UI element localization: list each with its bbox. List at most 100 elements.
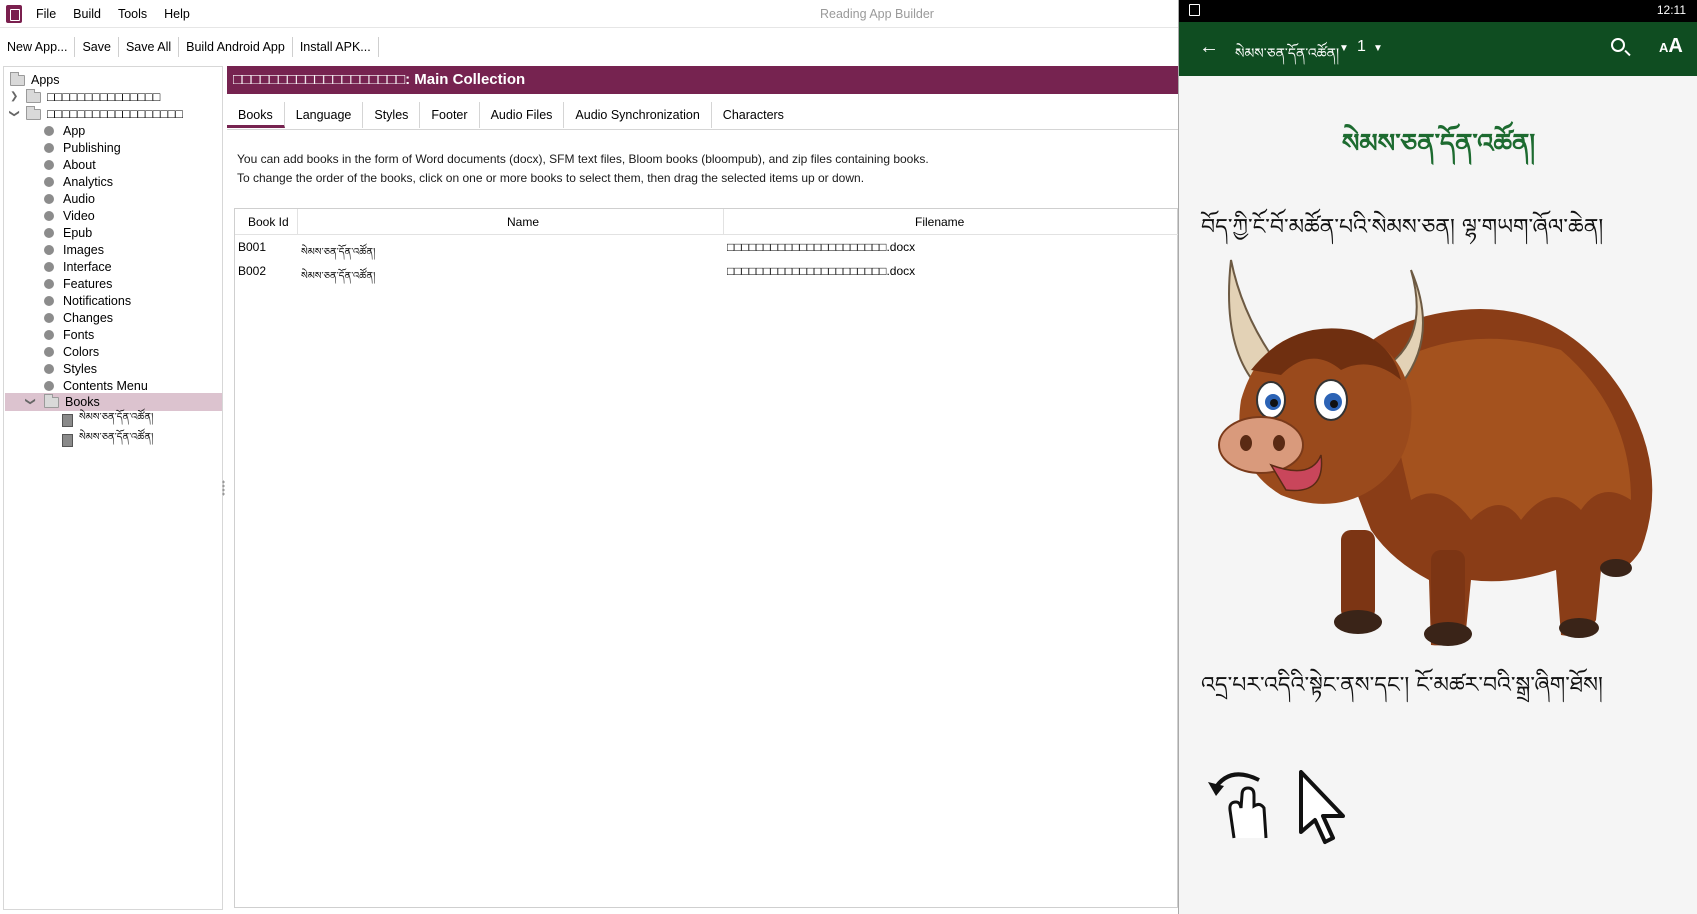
folder-icon	[10, 71, 25, 86]
tree-item-audio[interactable]: Audio	[44, 190, 95, 208]
tree-item-epub[interactable]: Epub	[44, 224, 92, 242]
back-arrow-icon[interactable]: ←	[1199, 36, 1219, 59]
settings-node-icon	[44, 364, 54, 374]
tree-item-images[interactable]: Images	[44, 241, 104, 259]
search-icon[interactable]	[1611, 38, 1625, 52]
tree-item-analytics[interactable]: Analytics	[44, 173, 113, 191]
books-info: You can add books in the form of Word do…	[237, 150, 929, 188]
tree-item-changes[interactable]: Changes	[44, 309, 113, 327]
menu-build[interactable]: Build	[73, 7, 101, 21]
tree-item-label: Styles	[63, 362, 98, 376]
new-app-button[interactable]: New App...	[0, 37, 76, 57]
chevron-down-icon[interactable]: ❯	[25, 397, 36, 405]
yak-illustration	[1218, 259, 1653, 646]
tree-app-1[interactable]: ❯ □□□□□□□□□□□□□□□	[10, 88, 160, 106]
page-heading: སེམས་ཅན་དོན་འཚོན།	[1341, 129, 1536, 159]
folder-icon	[26, 105, 41, 120]
folder-icon	[44, 393, 59, 408]
settings-node-icon	[44, 143, 54, 153]
cell-filename: □□□□□□□□□□□□□□□□□□□□□□.docx	[727, 264, 916, 278]
settings-node-icon	[44, 160, 54, 170]
tab-styles[interactable]: Styles	[363, 102, 421, 128]
tab-characters[interactable]: Characters	[712, 102, 795, 128]
book-icon	[62, 413, 73, 427]
settings-node-icon	[44, 313, 54, 323]
chapter-selector[interactable]: 1	[1357, 38, 1366, 56]
table-row[interactable]: B002 སེམས་ཅན་དོན་འཚོན། □□□□□□□□□□□□□□□□□…	[235, 259, 1179, 283]
cell-name: སེམས་ཅན་དོན་འཚོན།	[301, 271, 376, 282]
dropdown-caret-icon[interactable]: ▼	[1339, 43, 1349, 54]
settings-node-icon	[44, 177, 54, 187]
android-preview: 12:11 ← སེམས་ཅན་དོན་འཚོན། ▼ 1 ▼ AA སེམས་…	[1178, 0, 1697, 914]
tree-item-label: Epub	[63, 226, 93, 240]
column-header-filename[interactable]: Filename	[915, 215, 964, 229]
tree-root-apps[interactable]: Apps	[10, 71, 60, 89]
tree-app-2[interactable]: ❯ □□□□□□□□□□□□□□□□□□	[9, 105, 183, 123]
tree-app-label: □□□□□□□□□□□□□□□□□□	[47, 107, 183, 121]
collection-title: □□□□□□□□□□□□□□□□□□□: Main Collection	[227, 66, 1178, 94]
text-size-button[interactable]: AA	[1659, 35, 1683, 58]
settings-node-icon	[44, 296, 54, 306]
tree-item-about[interactable]: About	[44, 156, 96, 174]
folder-icon	[26, 88, 41, 103]
books-table[interactable]: Book Id Name Filename B001 སེམས་ཅན་དོན་འ…	[234, 208, 1179, 908]
tree-item-video[interactable]: Video	[44, 207, 95, 225]
menu-tools[interactable]: Tools	[118, 7, 147, 21]
dropdown-caret-icon[interactable]: ▼	[1373, 43, 1383, 54]
settings-node-icon	[44, 347, 54, 357]
save-all-button[interactable]: Save All	[119, 37, 180, 57]
tree-item-label: Contents Menu	[63, 379, 148, 393]
settings-node-icon	[44, 228, 54, 238]
status-bar: 12:11	[1179, 0, 1697, 22]
tree-item-styles[interactable]: Styles	[44, 360, 97, 378]
tree-item-label: Publishing	[63, 141, 121, 155]
settings-node-icon	[44, 279, 54, 289]
splitter-handle[interactable]	[222, 480, 225, 496]
column-separator[interactable]	[297, 209, 298, 235]
column-header-name[interactable]: Name	[507, 215, 539, 229]
tree-book-label: སེམས་ཅན་དོན་འཚོན།	[79, 432, 154, 443]
tree-item-label: Fonts	[63, 328, 95, 342]
column-header-book-id[interactable]: Book Id	[248, 215, 289, 229]
menu-file[interactable]: File	[36, 7, 56, 21]
install-apk-button[interactable]: Install APK...	[293, 37, 379, 57]
cell-book-id: B001	[238, 240, 267, 254]
tab-language[interactable]: Language	[285, 102, 364, 128]
tree-item-app[interactable]: App	[44, 122, 85, 140]
tree-item-fonts[interactable]: Fonts	[44, 326, 94, 344]
tree-item-features[interactable]: Features	[44, 275, 112, 293]
book-icon	[62, 433, 73, 447]
cell-book-id: B002	[238, 264, 267, 278]
window-title: Reading App Builder	[820, 7, 934, 21]
save-button[interactable]: Save	[75, 37, 119, 57]
tree-item-colors[interactable]: Colors	[44, 343, 99, 361]
column-separator[interactable]	[723, 209, 724, 235]
project-tree[interactable]: Apps ❯ □□□□□□□□□□□□□□□ ❯ □□□□□□□□□□□□□□□…	[3, 66, 223, 910]
settings-node-icon	[44, 211, 54, 221]
tab-audio-synchronization[interactable]: Audio Synchronization	[564, 102, 712, 128]
tree-item-interface[interactable]: Interface	[44, 258, 112, 276]
tree-item-label: App	[63, 124, 86, 138]
build-android-app-button[interactable]: Build Android App	[179, 37, 293, 57]
builder-window: File Build Tools Help Reading App Builde…	[0, 0, 1179, 914]
tree-item-publishing[interactable]: Publishing	[44, 139, 121, 157]
tree-item-label: Changes	[63, 311, 114, 325]
menu-help[interactable]: Help	[164, 7, 190, 21]
settings-node-icon	[44, 381, 54, 391]
tree-item-label: About	[63, 158, 96, 172]
tab-footer[interactable]: Footer	[420, 102, 480, 128]
cell-filename: □□□□□□□□□□□□□□□□□□□□□□.docx	[727, 240, 916, 254]
tab-audio-files[interactable]: Audio Files	[480, 102, 565, 128]
chevron-right-icon[interactable]: ❯	[10, 91, 18, 102]
tab-books[interactable]: Books	[227, 102, 285, 128]
tree-item-label: Features	[63, 277, 113, 291]
settings-node-icon	[44, 330, 54, 340]
tree-root-label: Apps	[31, 73, 60, 87]
table-row[interactable]: B001 སེམས་ཅན་དོན་འཚོན། □□□□□□□□□□□□□□□□□…	[235, 235, 1179, 259]
settings-node-icon	[44, 194, 54, 204]
chevron-down-icon[interactable]: ❯	[9, 109, 20, 117]
tree-item-notifications[interactable]: Notifications	[44, 292, 131, 310]
book-title-selector[interactable]: སེམས་ཅན་དོན་འཚོན།	[1235, 37, 1339, 77]
tree-book-2[interactable]: སེམས་ཅན་དོན་འཚོན།	[62, 431, 153, 449]
cursor-arrow-icon	[1299, 770, 1345, 844]
